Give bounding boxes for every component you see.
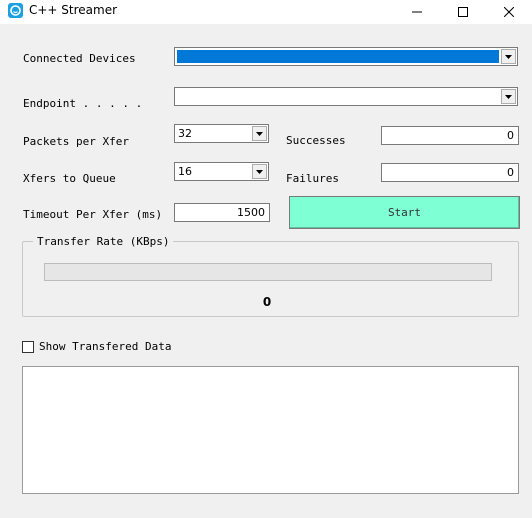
selection-highlight <box>177 50 499 63</box>
connected-devices-label: Connected Devices <box>23 52 136 65</box>
app-icon <box>8 3 23 18</box>
successes-field: 0 <box>381 126 519 145</box>
maximize-button[interactable] <box>440 0 486 24</box>
start-button[interactable]: Start <box>289 196 520 229</box>
transfer-rate-label: Transfer Rate (KBps) <box>33 235 174 248</box>
xfers-to-queue-value: 16 <box>178 165 192 178</box>
successes-label: Successes <box>286 134 346 147</box>
packets-per-xfer-value: 32 <box>178 127 192 140</box>
minimize-icon <box>412 11 422 13</box>
xfers-to-queue-select[interactable]: 16 <box>174 162 269 181</box>
start-button-label: Start <box>387 206 422 219</box>
chevron-down-icon[interactable] <box>252 126 267 141</box>
timeout-per-xfer-input[interactable]: 1500 <box>174 203 270 222</box>
chevron-down-icon[interactable] <box>252 164 267 179</box>
show-data-checkbox[interactable] <box>22 341 34 353</box>
chevron-down-icon[interactable] <box>501 49 516 64</box>
failures-field: 0 <box>381 163 519 182</box>
transfer-rate-progress-bar <box>44 263 492 281</box>
endpoint-select[interactable] <box>174 87 518 106</box>
show-data-label[interactable]: Show Transfered Data <box>39 340 171 353</box>
title-bar: C++ Streamer <box>0 0 532 24</box>
window-title: C++ Streamer <box>29 3 118 17</box>
transfer-rate-value: 0 <box>262 295 272 309</box>
minimize-button[interactable] <box>394 0 440 24</box>
packets-per-xfer-select[interactable]: 32 <box>174 124 269 143</box>
chevron-down-icon[interactable] <box>501 89 516 104</box>
endpoint-label: Endpoint . . . . . <box>23 97 143 110</box>
xfers-to-queue-label: Xfers to Queue <box>23 172 116 185</box>
maximize-icon <box>458 7 468 17</box>
packets-per-xfer-label: Packets per Xfer <box>23 135 129 148</box>
transferred-data-textarea[interactable] <box>22 366 519 494</box>
failures-label: Failures <box>286 172 339 185</box>
timeout-per-xfer-label: Timeout Per Xfer (ms) <box>23 208 163 221</box>
close-button[interactable] <box>486 0 532 24</box>
connected-devices-select[interactable] <box>174 47 518 66</box>
close-icon <box>504 7 514 17</box>
